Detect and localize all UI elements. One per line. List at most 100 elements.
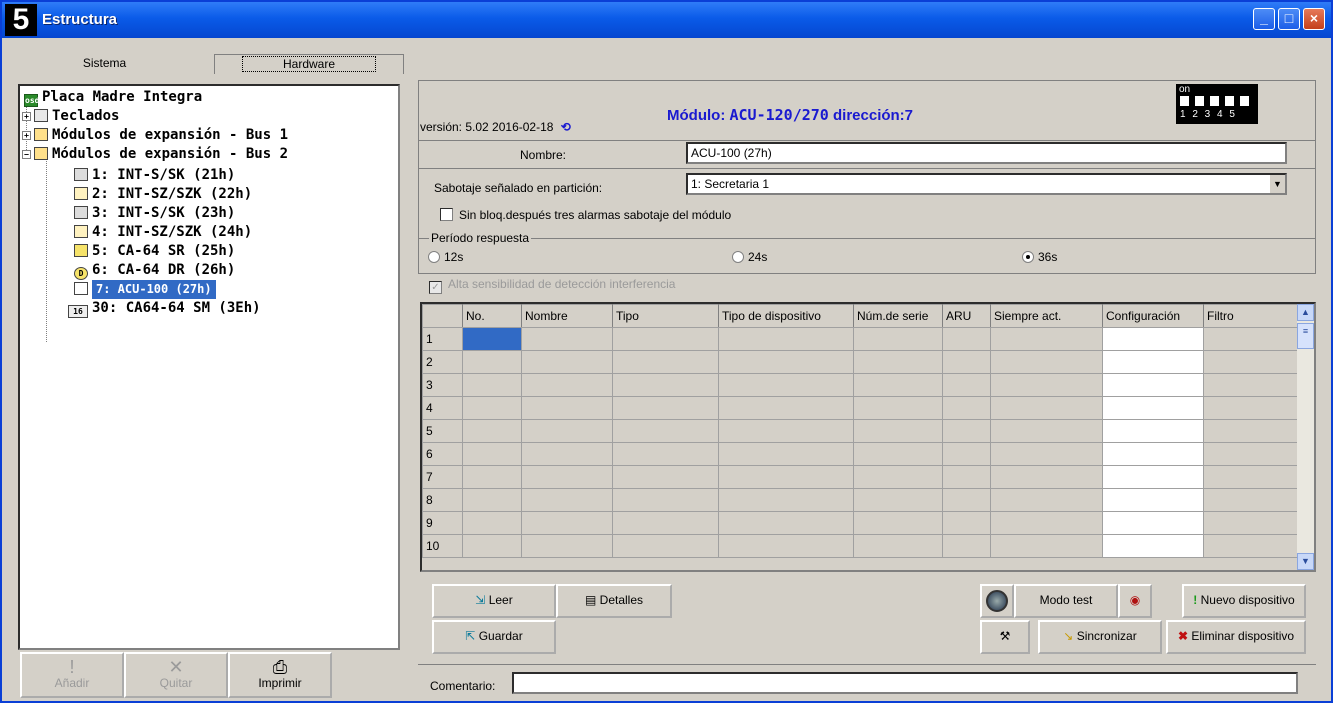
grid-cell[interactable] (1102, 488, 1204, 512)
high-sensitivity-option[interactable]: ✓ Alta sensibilidad de detección interfer… (429, 277, 675, 294)
dropdown-arrow-icon[interactable]: ▼ (1268, 175, 1285, 193)
new-device-button[interactable]: ! Nuevo dispositivo (1182, 584, 1306, 618)
delete-device-button[interactable]: ✖ Eliminar dispositivo (1166, 620, 1306, 654)
grid-cell[interactable] (462, 534, 522, 558)
grid-cell[interactable] (1203, 442, 1302, 466)
collapse-icon[interactable]: − (22, 150, 31, 159)
column-header[interactable]: Tipo (612, 304, 719, 328)
grid-cell[interactable] (462, 350, 522, 374)
grid-cell[interactable] (990, 419, 1103, 443)
no-lock-checkbox[interactable] (440, 208, 453, 221)
grid-cell[interactable] (462, 396, 522, 420)
read-button[interactable]: ⇲ Leer (432, 584, 556, 618)
grid-cell[interactable] (462, 327, 522, 351)
grid-cell[interactable] (612, 442, 719, 466)
grid-cell[interactable] (853, 327, 943, 351)
grid-cell[interactable] (462, 488, 522, 512)
grid-cell[interactable] (521, 350, 613, 374)
grid-cell[interactable] (612, 511, 719, 535)
grid-cell[interactable] (1102, 419, 1204, 443)
grid-cell[interactable] (942, 327, 991, 351)
grid-cell[interactable] (1203, 534, 1302, 558)
grid-cell[interactable] (853, 465, 943, 489)
column-header[interactable]: Configuración (1102, 304, 1204, 328)
grid-cell[interactable] (853, 373, 943, 397)
comment-field[interactable] (512, 672, 1298, 694)
grid-cell[interactable] (942, 396, 991, 420)
grid-cell[interactable] (1102, 465, 1204, 489)
tree-node-module-6[interactable]: D 6: CA-64 DR (26h) (74, 261, 235, 280)
table-row[interactable]: 6 (422, 442, 1302, 466)
grid-cell[interactable] (612, 327, 719, 351)
grid-cell[interactable] (718, 442, 854, 466)
grid-cell[interactable] (942, 534, 991, 558)
grid-cell[interactable] (990, 350, 1103, 374)
period-radio[interactable] (1022, 251, 1034, 263)
column-header[interactable]: ARU (942, 304, 991, 328)
scroll-down-icon[interactable]: ▼ (1297, 553, 1314, 570)
test-mode-toggle[interactable] (980, 584, 1014, 618)
grid-cell[interactable] (990, 396, 1103, 420)
save-button[interactable]: ⇱ Guardar (432, 620, 556, 654)
tree-node-module-4[interactable]: 4: INT-SZ/SZK (24h) (74, 223, 252, 242)
table-row[interactable]: 10 (422, 534, 1302, 558)
column-header[interactable]: Tipo de dispositivo (718, 304, 854, 328)
grid-cell[interactable] (521, 511, 613, 535)
grid-cell[interactable] (612, 419, 719, 443)
column-header[interactable]: Núm.de serie (853, 304, 943, 328)
grid-cell[interactable] (718, 327, 854, 351)
grid-scrollbar[interactable]: ▲ ≡ ▼ (1297, 304, 1314, 570)
grid-cell[interactable] (1102, 373, 1204, 397)
add-button[interactable]: ! Añadir (20, 652, 124, 698)
tamper-partition-select[interactable]: 1: Secretaria 1 ▼ (686, 173, 1287, 195)
grid-cell[interactable] (521, 419, 613, 443)
tree-node-module-7[interactable]: 7: ACU-100 (27h) (74, 280, 216, 299)
tree-node-module-5[interactable]: 5: CA-64 SR (25h) (74, 242, 235, 261)
grid-cell[interactable] (853, 534, 943, 558)
grid-cell[interactable] (942, 465, 991, 489)
grid-cell[interactable] (462, 419, 522, 443)
grid-cell[interactable] (718, 419, 854, 443)
grid-cell[interactable] (942, 488, 991, 512)
grid-cell[interactable] (1102, 442, 1204, 466)
grid-cell[interactable] (718, 465, 854, 489)
grid-cell[interactable] (1203, 396, 1302, 420)
tree-node-keypads[interactable]: + Teclados (22, 107, 119, 126)
grid-cell[interactable] (990, 442, 1103, 466)
grid-cell[interactable] (612, 350, 719, 374)
table-row[interactable]: 7 (422, 465, 1302, 489)
remove-button[interactable]: ✕ Quitar (124, 652, 228, 698)
grid-cell[interactable] (853, 350, 943, 374)
table-row[interactable]: 2 (422, 350, 1302, 374)
details-button[interactable]: ▤ Detalles (556, 584, 672, 618)
name-field[interactable]: ACU-100 (27h) (686, 142, 1287, 164)
high-sensitivity-checkbox[interactable]: ✓ (429, 281, 442, 294)
tree-node-module-2[interactable]: 2: INT-SZ/SZK (22h) (74, 185, 252, 204)
close-button[interactable]: × (1303, 8, 1325, 30)
tree-node-module-3[interactable]: 3: INT-S/SK (23h) (74, 204, 235, 223)
column-header[interactable]: Filtro (1203, 304, 1302, 328)
table-row[interactable]: 5 (422, 419, 1302, 443)
grid-cell[interactable] (462, 373, 522, 397)
table-row[interactable]: 8 (422, 488, 1302, 512)
sync-button[interactable]: ↘ Sincronizar (1038, 620, 1162, 654)
grid-cell[interactable] (521, 465, 613, 489)
grid-cell[interactable] (853, 488, 943, 512)
grid-cell[interactable] (1203, 419, 1302, 443)
grid-cell[interactable] (612, 396, 719, 420)
grid-cell[interactable] (718, 534, 854, 558)
grid-cell[interactable] (718, 488, 854, 512)
period-radio[interactable] (732, 251, 744, 263)
grid-cell[interactable] (521, 396, 613, 420)
tree-node-root[interactable]: osd Placa Madre Integra (24, 88, 202, 107)
grid-cell[interactable] (1203, 488, 1302, 512)
detector-icon-button[interactable]: ◉ (1118, 584, 1152, 618)
tab-sistema[interactable]: Sistema (12, 54, 197, 74)
hardware-tree[interactable]: osd Placa Madre Integra + Teclados + Módulo… (18, 84, 400, 650)
grid-cell[interactable] (718, 396, 854, 420)
grid-cell[interactable] (612, 534, 719, 558)
expand-icon[interactable]: + (22, 112, 31, 121)
expand-icon[interactable]: + (22, 131, 31, 140)
table-row[interactable]: 1 (422, 327, 1302, 351)
title-bar[interactable]: 5 Estructura _ □ × (2, 2, 1331, 38)
